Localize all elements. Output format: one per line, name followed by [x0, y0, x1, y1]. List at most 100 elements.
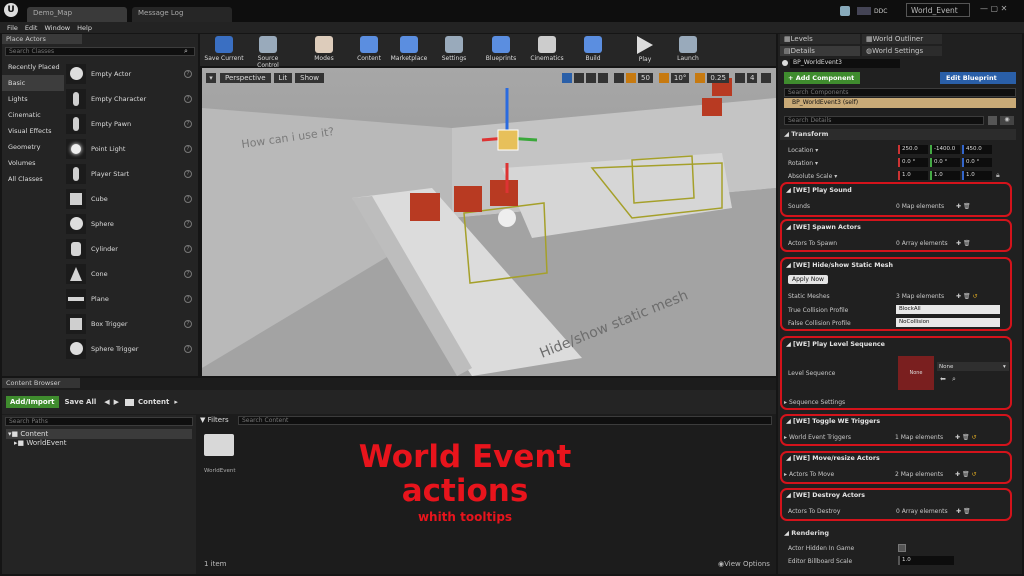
rotation-x-field[interactable]: 0.0 °	[898, 158, 928, 167]
rendering-header[interactable]: ◢ Rendering	[780, 528, 1016, 539]
search-paths-input[interactable]: Search Paths	[5, 417, 193, 426]
back-icon[interactable]: ◀	[104, 398, 109, 406]
property-matrix-icon[interactable]	[988, 116, 997, 125]
class-search-input[interactable]: Search Classes	[5, 47, 195, 56]
add-icon[interactable]: ✚	[956, 293, 961, 300]
view-options-button[interactable]: ◉ View Options	[718, 560, 770, 568]
levels-tab[interactable]: ▦ Levels	[780, 34, 860, 44]
forward-icon[interactable]: ▶	[114, 398, 119, 406]
dropdown-icon[interactable]: ▾	[813, 147, 818, 154]
billboard-scale-field[interactable]: 1.0	[898, 556, 954, 565]
content-button[interactable]: Content	[348, 36, 390, 66]
show-button[interactable]: Show	[295, 73, 325, 83]
reset-icon[interactable]: ↺	[972, 434, 977, 441]
add-component-button[interactable]: + Add Component	[784, 72, 860, 84]
asset-folder-worldevent[interactable]: WorldEvent	[204, 432, 236, 474]
menu-help[interactable]: Help	[77, 24, 92, 32]
help-icon[interactable]: ?	[184, 294, 192, 303]
grid-snap-icon[interactable]	[626, 73, 636, 83]
menu-edit[interactable]: Edit	[25, 24, 38, 32]
reset-icon[interactable]: ↺	[972, 471, 977, 478]
add-icon[interactable]: ✚	[956, 240, 961, 247]
actor-item[interactable]: Empty Pawn?	[66, 111, 196, 136]
scale-tool-icon[interactable]	[586, 73, 596, 83]
scale-snap-icon[interactable]	[695, 73, 706, 83]
scale-snap-value[interactable]: 0.25	[707, 73, 729, 83]
help-icon[interactable]: ?	[184, 119, 192, 128]
actor-item[interactable]: Box Trigger?	[66, 311, 196, 336]
save-all-button[interactable]: Save All	[65, 398, 97, 406]
location-x-field[interactable]: 250.0	[898, 145, 928, 154]
location-y-field[interactable]: -1400.0	[930, 145, 960, 154]
actor-name-field[interactable]: BP_WorldEvent3	[790, 59, 900, 68]
source-control-icon[interactable]	[840, 6, 850, 16]
help-icon[interactable]: ?	[184, 319, 192, 328]
add-import-button[interactable]: Add/Import	[6, 396, 59, 408]
trash-icon[interactable]: 🗑︎	[962, 434, 970, 441]
rotation-snap-value[interactable]: 10°	[670, 73, 690, 83]
search-content-input[interactable]: Search Content	[238, 416, 772, 425]
false-collision-field[interactable]: NoCollision	[896, 318, 1000, 327]
location-z-field[interactable]: 450.0	[962, 145, 992, 154]
true-collision-field[interactable]: BlockAll	[896, 305, 1000, 314]
add-icon[interactable]: ✚	[955, 471, 960, 478]
save-current-button[interactable]: Save Current	[203, 36, 245, 66]
use-selected-icon[interactable]: ⬅	[940, 375, 946, 383]
dropdown-icon[interactable]: ▾	[832, 173, 837, 180]
chevron-right-icon[interactable]: ▸	[174, 398, 178, 406]
cinematics-button[interactable]: Cinematics	[526, 36, 568, 66]
actor-item[interactable]: Cylinder?	[66, 236, 196, 261]
level-viewport[interactable]: How can i use it? Hide/show static mesh …	[202, 68, 776, 376]
level-sequence-header[interactable]: ◢ [WE] Play Level Sequence	[786, 341, 885, 348]
world-outliner-tab[interactable]: ▦ World Outliner	[862, 34, 942, 44]
actor-item[interactable]: Cube?	[66, 186, 196, 211]
help-icon[interactable]: ?	[184, 344, 192, 353]
world-settings-tab[interactable]: ◍ World Settings	[862, 46, 942, 56]
help-icon[interactable]: ?	[184, 219, 192, 228]
scale-y-field[interactable]: 1.0	[930, 171, 960, 180]
browse-icon[interactable]: ⌕	[952, 375, 956, 384]
trash-icon[interactable]: 🗑︎	[963, 508, 971, 515]
launch-button[interactable]: Launch	[667, 36, 709, 66]
build-button[interactable]: Build	[572, 36, 614, 66]
tab-message-log[interactable]: Message Log	[132, 7, 232, 22]
apply-now-button[interactable]: Apply Now	[788, 275, 828, 284]
unreal-logo-icon[interactable]: U	[4, 3, 18, 17]
actor-item[interactable]: Point Light?	[66, 136, 196, 161]
move-resize-header[interactable]: ◢ [WE] Move/resize Actors	[786, 455, 880, 462]
sequence-settings-row[interactable]: ▸ Sequence Settings	[784, 396, 1014, 408]
actor-item[interactable]: Plane?	[66, 286, 196, 311]
help-icon[interactable]: ?	[184, 94, 192, 103]
modes-button[interactable]: Modes	[303, 36, 345, 66]
toggle-triggers-header[interactable]: ◢ [WE] Toggle WE Triggers	[786, 418, 880, 425]
expand-arrow-icon[interactable]: ▸	[784, 434, 787, 441]
dropdown-icon[interactable]: ▾	[813, 160, 818, 167]
actor-hidden-checkbox[interactable]	[898, 544, 906, 552]
maximize-viewport-icon[interactable]	[761, 73, 772, 83]
category-volumes[interactable]: Volumes	[2, 155, 64, 171]
category-visual-effects[interactable]: Visual Effects	[2, 123, 64, 139]
blueprints-button[interactable]: Blueprints	[480, 36, 522, 66]
help-icon[interactable]: ?	[184, 194, 192, 203]
filters-button[interactable]: ▼ Filters	[200, 416, 229, 424]
help-icon[interactable]: ?	[184, 169, 192, 178]
actor-item[interactable]: Cone?	[66, 261, 196, 286]
reset-icon[interactable]: ↺	[973, 293, 978, 300]
details-tab[interactable]: ▤ Details	[780, 46, 860, 56]
actor-item[interactable]: Empty Actor?	[66, 61, 196, 86]
expand-arrow-icon[interactable]: ▸	[784, 471, 787, 478]
viewport-options-button[interactable]: ▾	[206, 73, 216, 83]
play-button[interactable]: Play	[624, 36, 666, 66]
sequence-thumbnail[interactable]: None	[898, 356, 934, 390]
rotation-snap-icon[interactable]	[658, 73, 669, 83]
help-icon[interactable]: ?	[184, 144, 192, 153]
category-lights[interactable]: Lights	[2, 91, 64, 107]
actor-item[interactable]: Sphere?	[66, 211, 196, 236]
settings-button[interactable]: Settings	[433, 36, 475, 66]
lock-icon[interactable]: 🔒︎	[996, 171, 1000, 180]
search-components-input[interactable]: Search Components	[784, 88, 1016, 97]
category-all-classes[interactable]: All Classes	[2, 171, 64, 187]
trash-icon[interactable]: 🗑︎	[963, 293, 971, 300]
scale-z-field[interactable]: 1.0	[962, 171, 992, 180]
component-self[interactable]: BP_WorldEvent3 (self)	[784, 98, 1016, 108]
